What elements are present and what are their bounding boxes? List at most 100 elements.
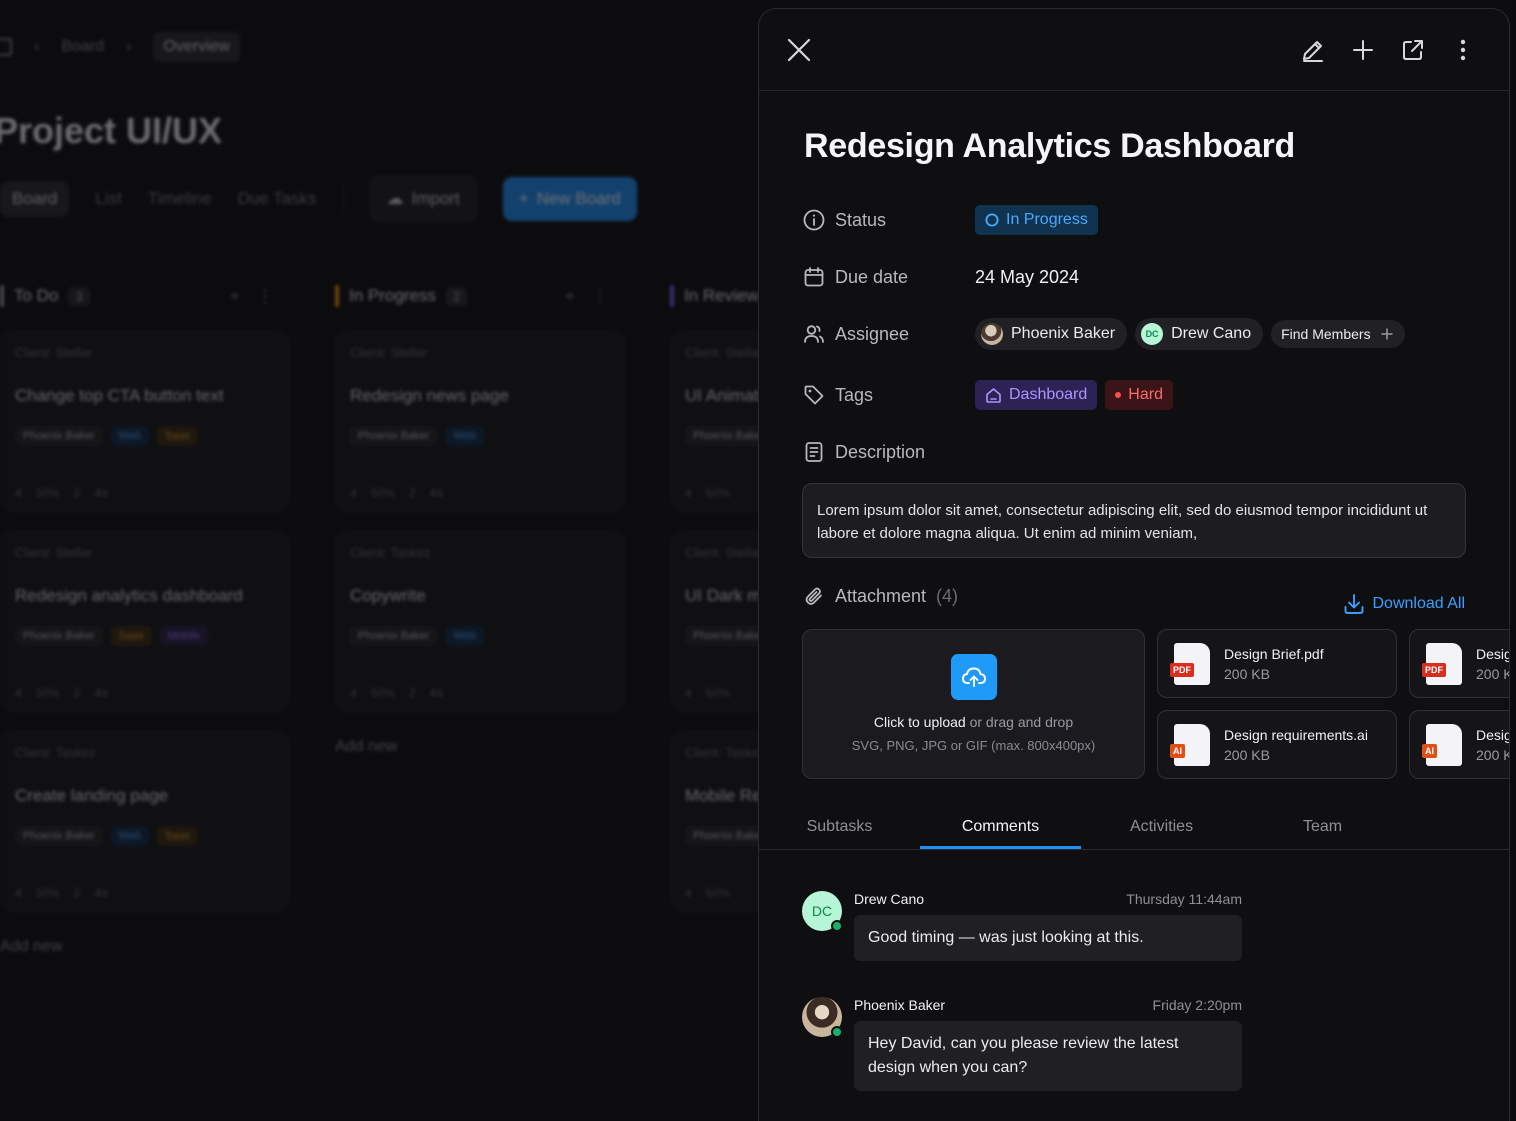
card-chips: Phoenix Baker Web xyxy=(350,426,610,446)
card-assignee: Phoenix Baker xyxy=(15,826,103,846)
tab-comments[interactable]: Comments xyxy=(920,809,1081,849)
card-assignee: Phoenix Baker xyxy=(350,626,438,646)
upload-hint: SVG, PNG, JPG or GIF (max. 800x400px) xyxy=(851,738,1096,753)
card-meta-value: 4 xyxy=(15,886,22,900)
tags-label-group: Tags xyxy=(803,384,975,406)
card-meta-value: 4d xyxy=(94,686,108,700)
card-title: Copywrite xyxy=(350,586,426,605)
breadcrumb-overview[interactable]: Overview xyxy=(153,32,241,62)
upload-instructions: Click to upload or drag and drop xyxy=(803,714,1144,730)
attachment-file[interactable]: AI Design 200 KB xyxy=(1409,710,1509,779)
upload-cta[interactable]: Click to upload xyxy=(874,714,966,730)
view-tab-list[interactable]: List xyxy=(95,189,121,209)
upload-rest: or drag and drop xyxy=(969,714,1074,730)
column-count-badge: 3 xyxy=(68,286,90,306)
file-size: 200 KB xyxy=(1476,746,1509,763)
file-size: 200 KB xyxy=(1476,665,1509,682)
online-status-icon xyxy=(831,920,843,932)
attachment-file[interactable]: PDF Design Brief.pdf 200 KB xyxy=(1157,629,1397,698)
open-external-button[interactable] xyxy=(1396,33,1430,67)
task-card[interactable]: Client: Stellar Redesign analytics dashbo… xyxy=(0,530,290,712)
card-meta-value: 2 xyxy=(73,886,81,900)
column-header: To Do 3 +⋮ xyxy=(0,280,290,312)
assignee-chip-drew[interactable]: DC Drew Cano xyxy=(1135,318,1264,350)
comment-bubble: Good timing — was just looking at this. xyxy=(854,915,1242,961)
tag-hard[interactable]: Hard xyxy=(1105,380,1173,410)
new-board-button[interactable]: + New Board xyxy=(502,177,637,221)
home-icon[interactable] xyxy=(0,38,12,56)
card-client: Client: Taskez xyxy=(350,545,431,560)
status-value: In Progress xyxy=(1006,211,1088,228)
card-tag: Web xyxy=(445,626,484,646)
comment-bubble: Hey David, can you please review the lat… xyxy=(854,1021,1242,1091)
tag-dashboard[interactable]: Dashboard xyxy=(975,380,1098,410)
upload-dropzone[interactable]: Click to upload or drag and drop SVG, PN… xyxy=(802,629,1145,779)
add-new-button[interactable]: Add new xyxy=(0,938,290,956)
comment-meta: Drew Cano Thursday 11:44am xyxy=(854,891,1242,907)
breadcrumb-board[interactable]: Board xyxy=(61,38,104,56)
edit-button[interactable] xyxy=(1296,33,1330,67)
card-meta-value: 2 xyxy=(408,486,416,500)
avatar[interactable]: DC xyxy=(802,891,843,932)
card-meta: 4 50% 2 4d xyxy=(350,486,610,500)
download-icon xyxy=(1344,594,1363,614)
card-client: Client: Stellar xyxy=(15,345,93,360)
column-tools-icon[interactable]: +⋮ xyxy=(229,286,290,307)
assignee-name: Phoenix Baker xyxy=(1011,325,1116,342)
new-board-label: New Board xyxy=(536,189,621,208)
find-members-button[interactable]: Find Members xyxy=(1271,320,1405,348)
attachment-file[interactable]: PDF Design 200 KB xyxy=(1409,629,1509,698)
attachment-header: Attachment (4) xyxy=(803,585,958,607)
card-meta-value: 4d xyxy=(94,886,108,900)
status-badge[interactable]: In Progress xyxy=(975,205,1098,235)
column-color-bar xyxy=(670,285,674,307)
due-date-value[interactable]: 24 May 2024 xyxy=(975,267,1079,288)
view-tab-due-tasks[interactable]: Due Tasks xyxy=(237,189,316,209)
card-title: Redesign news page xyxy=(350,386,509,405)
task-card[interactable]: Client: Stellar Change top CTA button tex… xyxy=(0,330,290,512)
file-name: Design Brief.pdf xyxy=(1224,645,1324,662)
task-card[interactable]: Client: Taskez Create landing page Phoenix… xyxy=(0,730,290,912)
card-tag: Saas xyxy=(156,826,199,846)
card-meta: 4 50% 2 4d xyxy=(15,886,275,900)
card-meta-value: 4 xyxy=(350,486,357,500)
file-type-badge: AI xyxy=(1422,743,1437,758)
card-meta: 4 50% 2 4d xyxy=(350,686,610,700)
file-name: Design xyxy=(1476,645,1509,662)
description-text[interactable]: Lorem ipsum dolor sit amet, consectetur … xyxy=(802,483,1466,558)
add-button[interactable] xyxy=(1346,33,1380,67)
board-column: To Do 3 +⋮ Client: Stellar Change top CTA bu… xyxy=(0,280,290,956)
view-tab-timeline[interactable]: Timeline xyxy=(148,189,212,209)
more-vertical-icon xyxy=(1460,39,1466,61)
column-color-bar xyxy=(335,285,339,307)
task-card[interactable]: Client: Stellar Redesign news page Phoenix… xyxy=(335,330,625,512)
more-options-button[interactable] xyxy=(1446,33,1480,67)
tab-team[interactable]: Team xyxy=(1242,809,1403,849)
description-label-group: Description xyxy=(803,441,975,463)
avatar[interactable] xyxy=(802,997,843,1038)
task-card[interactable]: Client: Taskez Copywrite Phoenix Baker Web 4… xyxy=(335,530,625,712)
description-row: Description xyxy=(803,435,975,469)
add-new-button[interactable]: Add new xyxy=(335,738,625,756)
view-tab-board[interactable]: Board xyxy=(0,181,70,217)
download-all-button[interactable]: Download All xyxy=(1343,593,1465,615)
attachment-file[interactable]: AI Design requirements.ai 200 KB xyxy=(1157,710,1397,779)
card-tag: Mobile xyxy=(159,626,209,646)
task-detail-panel: Redesign Analytics Dashboard Status In P… xyxy=(758,8,1510,1121)
plus-icon xyxy=(1381,328,1393,340)
due-date-row: Due date 24 May 2024 xyxy=(803,260,1079,294)
column-tools-icon[interactable]: +⋮ xyxy=(564,286,625,307)
import-button[interactable]: ☁ Import xyxy=(369,176,477,222)
close-button[interactable] xyxy=(782,33,816,67)
assignee-chip-phoenix[interactable]: Phoenix Baker xyxy=(975,318,1128,350)
tab-subtasks[interactable]: Subtasks xyxy=(759,809,920,849)
detail-tabs: Subtasks Comments Activities Team xyxy=(759,809,1509,850)
card-meta-value: 4 xyxy=(15,686,22,700)
file-type-badge: AI xyxy=(1170,743,1185,758)
ai-file-icon: AI xyxy=(1422,723,1462,766)
tab-activities[interactable]: Activities xyxy=(1081,809,1242,849)
external-link-icon xyxy=(1403,40,1423,60)
comment-time: Friday 2:20pm xyxy=(1152,997,1242,1013)
tag-icon xyxy=(804,385,824,405)
file-name: Design requirements.ai xyxy=(1224,726,1368,743)
